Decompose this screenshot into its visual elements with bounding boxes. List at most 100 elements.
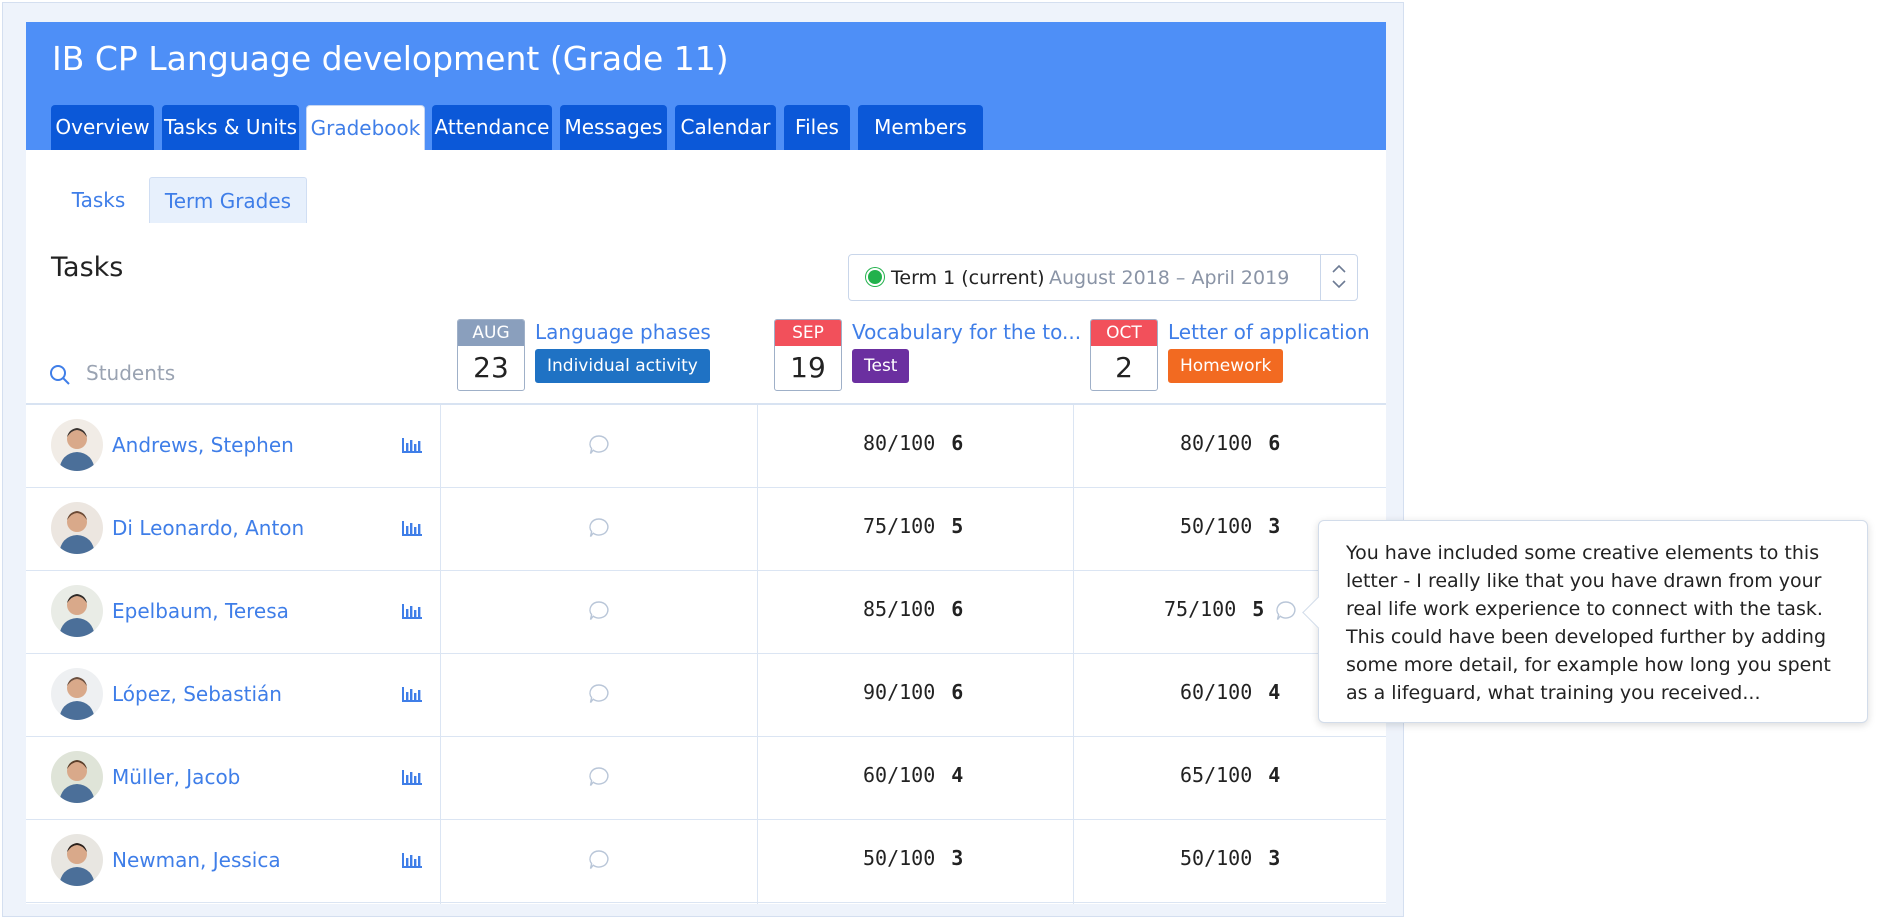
- tab-overview[interactable]: Overview: [51, 105, 154, 150]
- task-month: AUG: [458, 320, 524, 346]
- task-day: 2: [1115, 351, 1133, 384]
- table-row: Newman, Jessica 50/100 3 50/100 3: [26, 820, 1386, 903]
- tab-tasks-units[interactable]: Tasks & Units: [162, 105, 299, 150]
- term-select[interactable]: Term 1 (current) August 2018 – April 201…: [848, 254, 1358, 301]
- score: 50/100: [1180, 514, 1253, 538]
- score: 60/100: [863, 763, 936, 787]
- task-type-badge: Test: [852, 349, 910, 383]
- tab-messages[interactable]: Messages: [560, 105, 667, 150]
- task-day: 19: [790, 351, 826, 384]
- bar-chart-icon[interactable]: [401, 436, 423, 454]
- score: 50/100: [1180, 846, 1253, 870]
- score: 65/100: [1180, 763, 1253, 787]
- student-search-input[interactable]: Students: [86, 361, 175, 385]
- grade-cell[interactable]: 75/100 5: [1164, 597, 1264, 621]
- task-date-badge: AUG 23: [457, 319, 525, 391]
- tab-gradebook[interactable]: Gradebook: [306, 105, 425, 150]
- chevron-up-icon: [1332, 263, 1346, 276]
- grade-cell[interactable]: 50/100 3: [863, 846, 963, 870]
- student-name[interactable]: Müller, Jacob: [112, 765, 240, 789]
- grade-cell[interactable]: 60/100 4: [1180, 680, 1280, 704]
- grade: 6: [951, 680, 964, 704]
- tab-calendar[interactable]: Calendar: [675, 105, 776, 150]
- grade: 5: [1252, 597, 1265, 621]
- score: 80/100: [863, 431, 936, 455]
- table-row: Epelbaum, Teresa 85/100 6 75/100 5: [26, 571, 1386, 654]
- app-frame: IB CP Language development (Grade 11) Ov…: [2, 2, 1404, 917]
- student-name[interactable]: Epelbaum, Teresa: [112, 599, 289, 623]
- chevron-down-icon: [1332, 279, 1346, 292]
- grade-cell[interactable]: 85/100 6: [863, 597, 963, 621]
- course-header: IB CP Language development (Grade 11) Ov…: [26, 22, 1386, 150]
- tab-files[interactable]: Files: [784, 105, 850, 150]
- score: 85/100: [863, 597, 936, 621]
- bar-chart-icon[interactable]: [401, 768, 423, 786]
- comment-icon[interactable]: [588, 766, 610, 788]
- score: 90/100: [863, 680, 936, 704]
- grade-cell[interactable]: 80/100 6: [1180, 431, 1280, 455]
- grade-cell[interactable]: 50/100 3: [1180, 846, 1280, 870]
- term-range: August 2018 – April 2019: [1049, 267, 1290, 289]
- bar-chart-icon[interactable]: [401, 602, 423, 620]
- grade-cell[interactable]: 75/100 5: [863, 514, 963, 538]
- score: 60/100: [1180, 680, 1253, 704]
- tab-attendance[interactable]: Attendance: [432, 105, 552, 150]
- student-name[interactable]: Newman, Jessica: [112, 848, 281, 872]
- grade-cell[interactable]: 80/100 6: [863, 431, 963, 455]
- table-row: Müller, Jacob 60/100 4 65/100 4: [26, 737, 1386, 820]
- column-divider: [1073, 405, 1074, 904]
- student-name[interactable]: Di Leonardo, Anton: [112, 516, 304, 540]
- grade-cell[interactable]: 65/100 4: [1180, 763, 1280, 787]
- grade: 3: [1268, 514, 1281, 538]
- comment-icon[interactable]: [588, 434, 610, 456]
- task-title[interactable]: Vocabulary for the to...: [852, 320, 1081, 344]
- avatar: [51, 751, 103, 803]
- score: 50/100: [863, 846, 936, 870]
- bar-chart-icon[interactable]: [401, 685, 423, 703]
- section-title: Tasks: [51, 252, 124, 283]
- grade-cell[interactable]: 90/100 6: [863, 680, 963, 704]
- current-term-indicator: [868, 270, 882, 284]
- column-divider: [440, 405, 441, 904]
- subtab-tasks[interactable]: Tasks: [51, 177, 146, 223]
- avatar: [51, 419, 103, 471]
- comment-text: You have included some creative elements…: [1346, 542, 1831, 704]
- search-icon[interactable]: [49, 364, 71, 386]
- grade: 6: [951, 431, 964, 455]
- comment-icon[interactable]: [588, 517, 610, 539]
- grade: 5: [951, 514, 964, 538]
- grade-cell[interactable]: 60/100 4: [863, 763, 963, 787]
- task-title[interactable]: Language phases: [535, 320, 711, 344]
- score: 75/100: [1164, 597, 1237, 621]
- grade: 3: [951, 846, 964, 870]
- course-title: IB CP Language development (Grade 11): [52, 39, 729, 78]
- score: 75/100: [863, 514, 936, 538]
- task-month: SEP: [775, 320, 841, 346]
- grade: 4: [1268, 763, 1281, 787]
- student-name[interactable]: Andrews, Stephen: [112, 433, 294, 457]
- term-spinner[interactable]: [1320, 255, 1357, 300]
- student-name[interactable]: López, Sebastián: [112, 682, 282, 706]
- task-date-badge: SEP 19: [774, 319, 842, 391]
- comment-icon[interactable]: [588, 683, 610, 705]
- subtab-term-grades[interactable]: Term Grades: [149, 177, 307, 223]
- task-type-badge: Homework: [1168, 349, 1284, 383]
- task-month: OCT: [1091, 320, 1157, 346]
- grade-cell[interactable]: 50/100 3: [1180, 514, 1280, 538]
- tab-members[interactable]: Members: [858, 105, 983, 150]
- grade: 6: [951, 597, 964, 621]
- task-date-badge: OCT 2: [1090, 319, 1158, 391]
- score: 80/100: [1180, 431, 1253, 455]
- column-divider: [757, 405, 758, 904]
- task-title[interactable]: Letter of application: [1168, 320, 1370, 344]
- comment-icon[interactable]: [588, 849, 610, 871]
- bar-chart-icon[interactable]: [401, 851, 423, 869]
- comment-icon[interactable]: [588, 600, 610, 622]
- table-row: López, Sebastián 90/100 6 60/100 4: [26, 654, 1386, 737]
- grade: 3: [1268, 846, 1281, 870]
- bar-chart-icon[interactable]: [401, 519, 423, 537]
- comment-icon[interactable]: [1275, 600, 1297, 622]
- task-day: 23: [473, 351, 509, 384]
- course-card: IB CP Language development (Grade 11) Ov…: [26, 22, 1386, 904]
- table-row: Di Leonardo, Anton 75/100 5 50/100 3: [26, 488, 1386, 571]
